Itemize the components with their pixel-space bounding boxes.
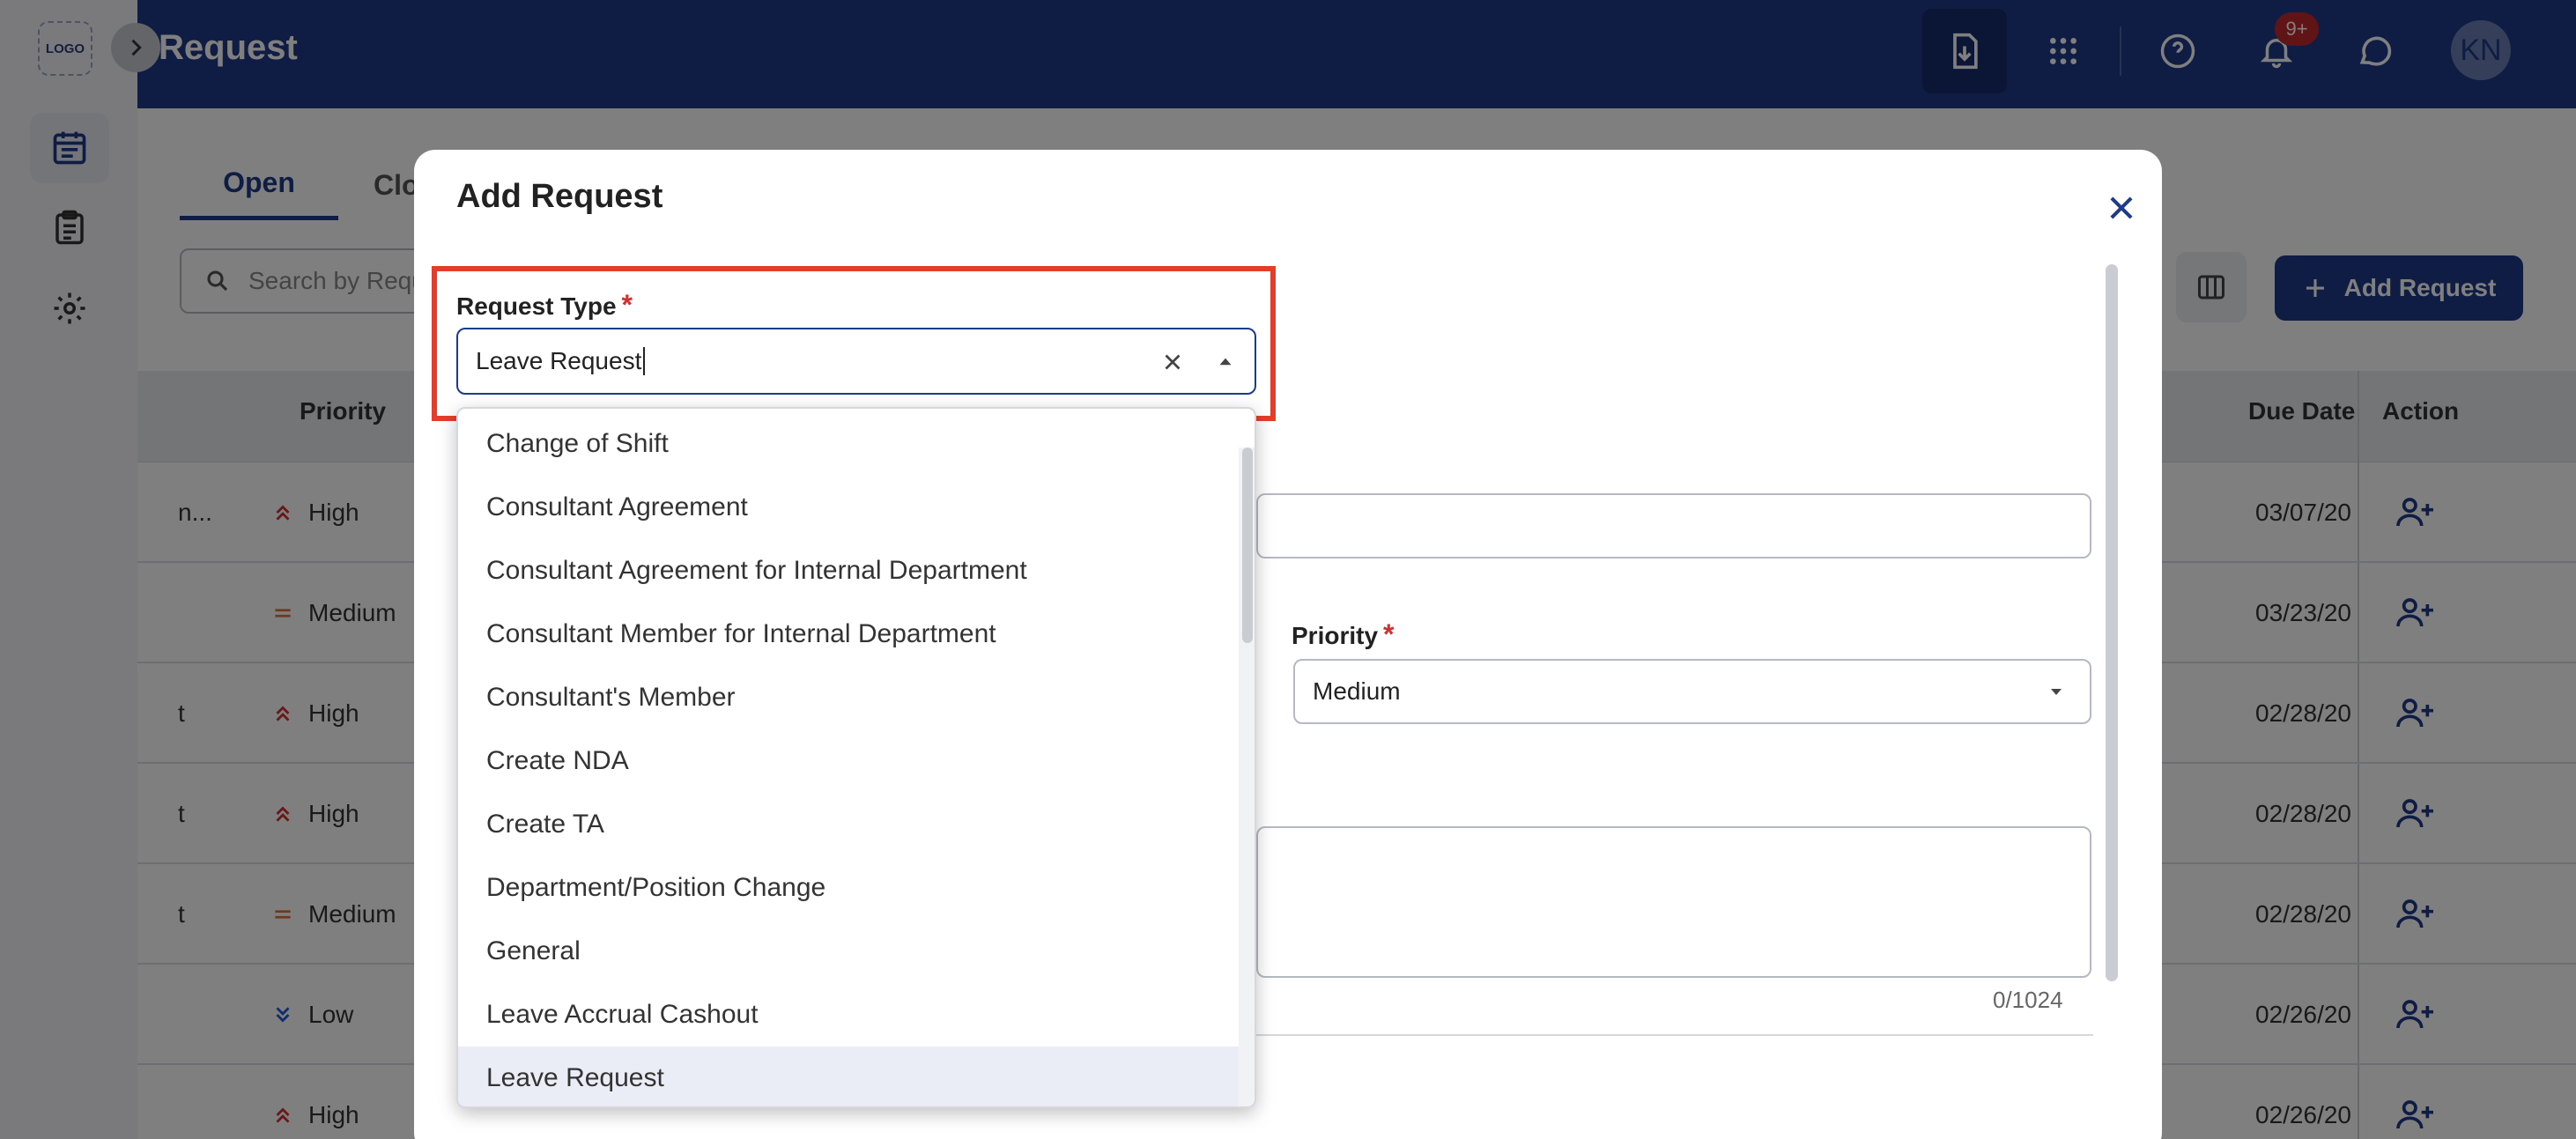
option-item[interactable]: Leave Request	[458, 1047, 1242, 1106]
description-textarea[interactable]	[1256, 826, 2091, 978]
priority-select[interactable]: Medium	[1293, 659, 2091, 724]
dialog-scrollbar[interactable]	[2106, 264, 2118, 981]
text-cursor	[643, 347, 646, 375]
option-item[interactable]: Create NDA	[458, 729, 1242, 793]
section-divider	[1256, 1034, 2093, 1036]
request-type-value: Leave Request	[476, 347, 642, 374]
request-type-input[interactable]: Leave Request	[456, 328, 1256, 395]
clear-request-type-button[interactable]	[1151, 340, 1195, 384]
toggle-options-button[interactable]	[1203, 340, 1247, 384]
subject-field[interactable]	[1256, 493, 2091, 558]
close-icon	[2110, 196, 2133, 219]
option-item[interactable]: Leave Accrual Cashout	[458, 983, 1242, 1047]
option-item[interactable]: General	[458, 920, 1242, 983]
option-item[interactable]: Consultant Member for Internal Departmen…	[458, 603, 1242, 666]
close-dialog-button[interactable]	[2095, 181, 2148, 234]
clear-icon	[1165, 354, 1181, 370]
option-item[interactable]: Create TA	[458, 793, 1242, 856]
request-type-listbox: Change of Shift Consultant Agreement Consu…	[456, 407, 1256, 1108]
caret-down-icon	[2051, 689, 2062, 695]
description-counter: 0/1024	[1993, 987, 2063, 1013]
priority-value: Medium	[1313, 677, 1401, 705]
option-item[interactable]: Consultant's Member	[458, 666, 1242, 729]
dialog-title: Add Request	[456, 178, 663, 215]
option-item[interactable]: Change of Shift	[458, 412, 1242, 476]
listbox-scrollbar-thumb[interactable]	[1242, 447, 1253, 643]
option-item[interactable]: Consultant Agreement	[458, 476, 1242, 539]
caret-up-icon	[1219, 358, 1232, 366]
option-item[interactable]: Consultant Agreement for Internal Depart…	[458, 539, 1242, 603]
request-type-label: Request Type *	[456, 289, 633, 321]
option-item[interactable]: Department/Position Change	[458, 856, 1242, 920]
priority-label: Priority *	[1292, 618, 1395, 650]
